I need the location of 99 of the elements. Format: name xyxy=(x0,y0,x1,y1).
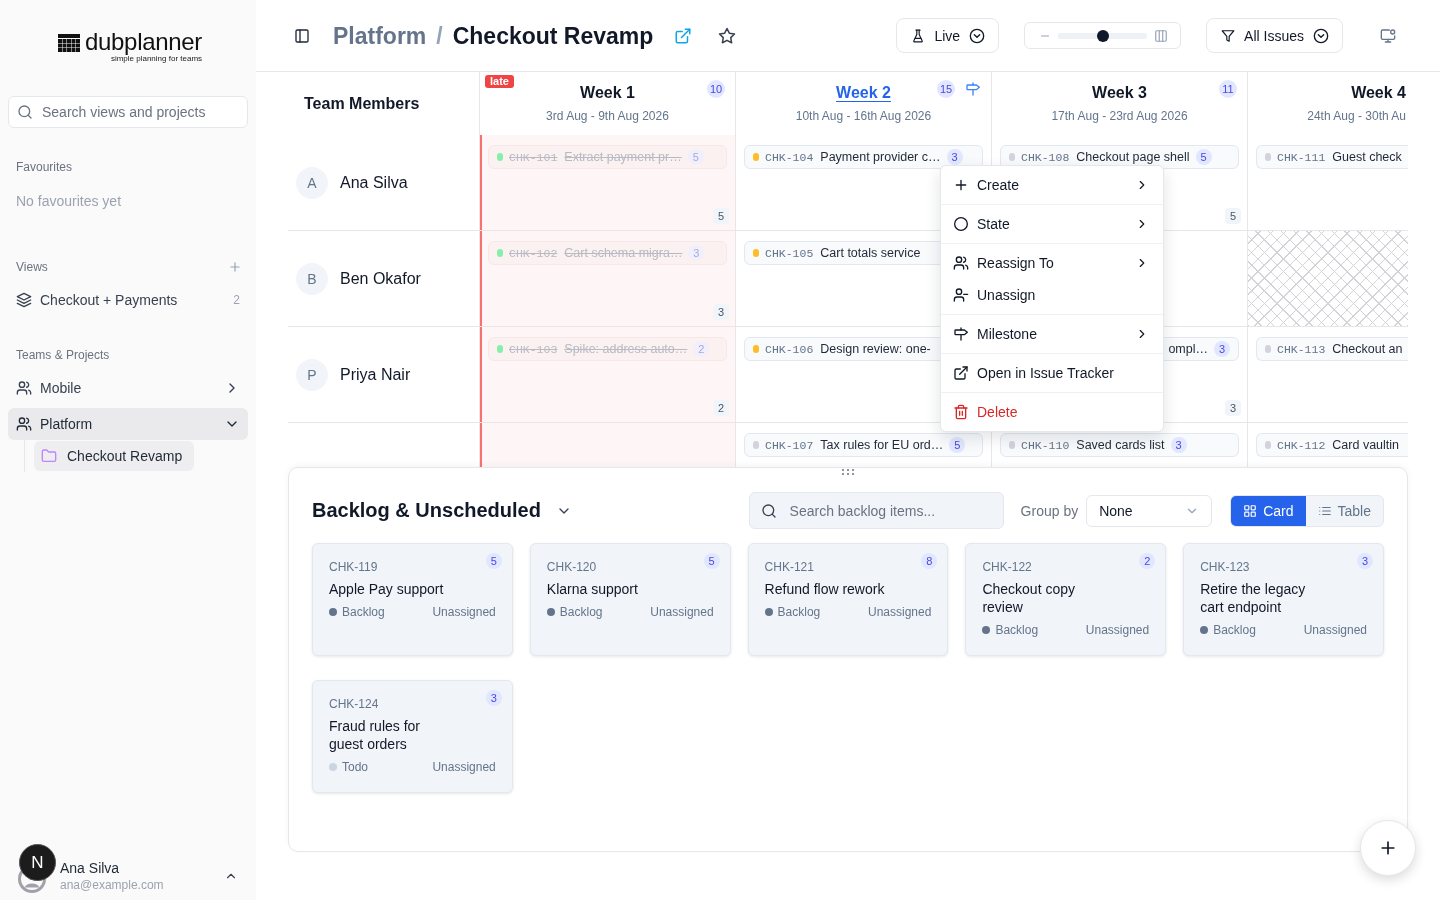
issue-title: Retire the legacy cart endpoint xyxy=(1200,580,1307,616)
issue-title: Apple Pay support xyxy=(329,580,444,598)
assignee-label: Unassigned xyxy=(650,604,714,620)
task-id: CHK-102 xyxy=(509,246,558,260)
task-id: CHK-105 xyxy=(765,246,814,260)
issue-count-badge: 15 xyxy=(937,80,955,98)
status-label: Backlog xyxy=(559,604,603,620)
assignee-label: Unassigned xyxy=(868,604,932,620)
issue-title: Refund flow rework xyxy=(764,580,885,598)
assignee-label: Unassigned xyxy=(432,604,496,620)
points-badge: 5 xyxy=(703,553,720,569)
logo-tagline: simple planning for teams xyxy=(110,54,203,63)
week-title: Week 3 xyxy=(1092,83,1147,103)
task-id: CHK-111 xyxy=(1277,150,1326,164)
issue-id: CHK-124 xyxy=(329,696,379,712)
issue-id: CHK-121 xyxy=(764,559,814,575)
points-badge: 5 xyxy=(485,553,502,569)
cell-total-badge: 2 xyxy=(713,400,729,416)
task-title: Design review: one- xyxy=(820,342,931,356)
points-badge: 3 xyxy=(1357,553,1373,569)
points-badge: 5 xyxy=(949,437,966,453)
week-dates: 24th Aug - 30th Au xyxy=(1307,108,1406,124)
section-heading: Favourites xyxy=(16,160,73,174)
task-title: Tax rules for EU ord… xyxy=(820,438,944,452)
week-title: Week 1 xyxy=(580,83,635,103)
task-title: Guest check xyxy=(1332,150,1402,164)
issue-id: CHK-119 xyxy=(329,559,378,575)
assignee-label: Unassigned xyxy=(1303,622,1367,638)
task-id: CHK-103 xyxy=(509,342,558,356)
breadcrumb-separator: / xyxy=(436,21,443,50)
section-title: Backlog & Unscheduled xyxy=(312,499,541,522)
issue-id: CHK-122 xyxy=(982,559,1032,575)
issue-title: Klarna support xyxy=(546,580,638,598)
status-label: Todo xyxy=(342,759,369,775)
status-label: Backlog xyxy=(777,604,821,620)
cell-total-badge: 5 xyxy=(1225,208,1241,224)
points-badge: 3 xyxy=(946,149,963,165)
issue-id: CHK-120 xyxy=(546,559,597,575)
task-title: Extract payment pr… xyxy=(564,150,682,164)
week-dates: 10th Aug - 16th Aug 2026 xyxy=(795,108,932,124)
section-heading: Teams & Projects xyxy=(16,348,110,362)
task-id: CHK-112 xyxy=(1277,438,1326,452)
task-id: CHK-104 xyxy=(765,150,814,164)
column-heading: Team Members xyxy=(304,95,420,113)
task-title: Cart schema migra… xyxy=(564,246,683,260)
task-title: Spike: address auto… xyxy=(564,342,688,356)
points-badge: 8 xyxy=(921,553,938,569)
issue-count-badge: 10 xyxy=(707,80,725,98)
member-name: Ben Okafor xyxy=(340,269,421,288)
points-badge: 3 xyxy=(688,245,705,261)
logo-wordmark: dubplanner xyxy=(84,30,203,54)
member-avatar: P xyxy=(296,358,328,391)
task-id: CHK-113 xyxy=(1277,342,1326,356)
points-badge: 5 xyxy=(1195,149,1212,165)
issue-title: Checkout copy review xyxy=(982,580,1076,616)
week-dates: 3rd Aug - 9th Aug 2026 xyxy=(546,108,669,124)
task-title: Payment provider c… xyxy=(820,150,941,164)
item-count: 2 xyxy=(233,293,240,307)
task-title: Checkout an xyxy=(1332,342,1403,356)
points-badge: 3 xyxy=(1170,437,1187,453)
late-badge: late xyxy=(485,75,514,88)
task-title: ompl… xyxy=(1168,342,1208,356)
task-id: CHK-101 xyxy=(509,150,558,164)
cell-total-badge: 3 xyxy=(1225,400,1241,416)
task-id: CHK-110 xyxy=(1021,438,1070,452)
points-badge: 2 xyxy=(693,341,710,357)
status-label: Backlog xyxy=(995,622,1039,638)
member-avatar: A xyxy=(296,166,328,199)
empty-state-text: No favourites yet xyxy=(15,192,123,210)
week-dates: 17th Aug - 23rd Aug 2026 xyxy=(1051,108,1188,124)
member-avatar: B xyxy=(296,262,328,295)
task-title: Checkout page shell xyxy=(1076,150,1190,164)
assignee-label: Unassigned xyxy=(1085,622,1150,638)
status-label: Backlog xyxy=(342,604,385,620)
week-title: Week 4 xyxy=(1351,83,1406,103)
cell-total-badge: 5 xyxy=(713,208,729,224)
field-label: Group by xyxy=(1020,502,1079,519)
task-id: CHK-108 xyxy=(1021,150,1070,164)
issue-count-badge: 11 xyxy=(1219,80,1237,98)
task-id: CHK-107 xyxy=(765,438,814,452)
task-title: Card vaultin xyxy=(1332,438,1399,452)
user-name: Ana Silva xyxy=(60,859,121,877)
issue-title: Fraud rules for guest orders xyxy=(329,717,422,753)
task-id: CHK-106 xyxy=(765,342,814,356)
section-heading: Views xyxy=(16,260,48,274)
member-name: Ana Silva xyxy=(340,173,408,192)
points-badge: 5 xyxy=(687,149,704,165)
issue-id: CHK-123 xyxy=(1200,559,1250,575)
status-label: Backlog xyxy=(1213,622,1256,638)
page-title: Checkout Revamp xyxy=(452,21,654,50)
assignee-label: Unassigned xyxy=(432,759,496,775)
points-badge: 2 xyxy=(1139,553,1156,569)
points-badge: 3 xyxy=(485,690,502,706)
member-name: Priya Nair xyxy=(340,365,411,384)
task-title: Cart totals service xyxy=(820,246,921,260)
user-email: ana@example.com xyxy=(60,877,165,893)
task-title: Saved cards list xyxy=(1076,438,1165,452)
cell-total-badge: 3 xyxy=(713,304,729,320)
points-badge: 3 xyxy=(1214,341,1230,357)
